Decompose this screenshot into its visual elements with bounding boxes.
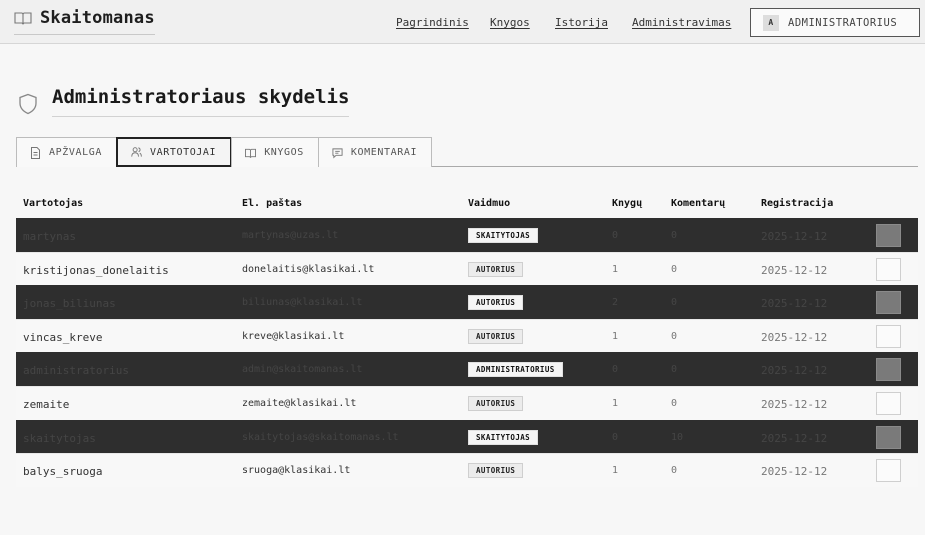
user-name: vincas_kreve: [23, 330, 103, 344]
user-name: kristijonas_donelaitis: [23, 263, 169, 277]
comments-count: 0: [671, 364, 678, 376]
user-name: martynas: [23, 230, 76, 243]
column-header-user: Vartotojas: [23, 198, 84, 209]
tab-label: VARTOTOJAI: [149, 146, 217, 158]
registration-date: 2025-12-12: [761, 431, 828, 445]
column-header-registration: Registracija: [761, 198, 834, 209]
column-header-role: Vaidmuo: [468, 198, 511, 209]
admin-tabs: APŽVALGA VARTOTOJAI KNYGOS KOMENTARAI: [16, 137, 918, 167]
role-badge: AUTORIUS: [468, 395, 524, 411]
user-email: martynas@uzas.lt: [242, 230, 339, 241]
role-badge: AUTORIUS: [468, 261, 524, 277]
table-row[interactable]: martynas martynas@uzas.lt SKAITYTOJAS 0 0 202…: [16, 218, 918, 252]
role-badge: AUTORIUS: [468, 295, 524, 311]
table-body: martynas martynas@uzas.lt SKAITYTOJAS 0 0 202…: [16, 218, 918, 487]
book-icon: [245, 148, 257, 158]
registration-date: 2025-12-12: [761, 397, 828, 411]
user-menu-button[interactable]: A ADMINISTRATORIUS: [750, 8, 920, 37]
role-badge: AUTORIUS: [468, 463, 524, 479]
user-role-label: ADMINISTRATORIUS: [788, 16, 898, 29]
row-action-box[interactable]: [876, 291, 901, 315]
column-header-comments: Komentarų: [671, 198, 726, 209]
nav-link-administravimas[interactable]: Administravimas: [632, 16, 731, 29]
user-name: jonas_biliunas: [23, 297, 116, 311]
registration-date: 2025-12-12: [761, 330, 828, 344]
books-count: 1: [612, 330, 619, 342]
tab-knygos[interactable]: KNYGOS: [231, 137, 319, 167]
comments-count: 0: [671, 397, 678, 409]
row-action-box[interactable]: [876, 425, 901, 449]
table-row[interactable]: jonas_biliunas biliunas@klasikai.lt AUTORI…: [16, 285, 918, 319]
user-name: administratorius: [23, 364, 129, 378]
books-count: 1: [612, 263, 619, 275]
row-action-box[interactable]: [876, 358, 901, 382]
tab-label: APŽVALGA: [49, 147, 102, 158]
registration-date: 2025-12-12: [761, 263, 828, 277]
column-header-email: El. paštas: [242, 198, 303, 209]
user-email: admin@skaitomanas.lt: [242, 364, 363, 376]
role-badge: SKAITYTOJAS: [468, 228, 539, 243]
table-row[interactable]: skaitytojas skaitytojas@skaitomanas.lt SKA…: [16, 419, 918, 454]
table-row[interactable]: administratorius admin@skaitomanas.lt ADMI…: [16, 352, 918, 386]
column-header-books: Knygų: [612, 198, 643, 209]
user-name: skaitytojas: [23, 431, 96, 445]
books-count: 0: [612, 364, 619, 376]
row-action-box[interactable]: [876, 459, 901, 483]
tab-label: KNYGOS: [264, 147, 304, 158]
role-badge: AUTORIUS: [468, 328, 524, 344]
registration-date: 2025-12-12: [761, 297, 828, 311]
registration-date: 2025-12-12: [761, 465, 828, 479]
tab-apzvalga[interactable]: APŽVALGA: [16, 137, 117, 167]
nav-link-knygos[interactable]: Knygos: [490, 16, 530, 29]
table-header: Vartotojas El. paštas Vaidmuo Knygų Kome…: [16, 188, 918, 218]
comments-count: 0: [671, 465, 678, 477]
user-email: sruoga@klasikai.lt: [242, 465, 351, 477]
row-action-box[interactable]: [876, 324, 901, 348]
page-title: Administratoriaus skydelis: [52, 86, 350, 117]
comments-count: 0: [671, 330, 678, 342]
comments-count: 0: [671, 297, 678, 309]
role-badge: SKAITYTOJAS: [468, 429, 539, 445]
registration-date: 2025-12-12: [761, 230, 828, 243]
tab-label: KOMENTARAI: [350, 147, 418, 158]
table-row[interactable]: kristijonas_donelaitis donelaitis@klasika…: [16, 251, 918, 286]
registration-date: 2025-12-12: [761, 364, 828, 378]
top-header: Skaitomanas Pagrindinis Knygos Istorija …: [0, 0, 925, 44]
avatar: A: [763, 14, 779, 31]
nav-link-pagrindinis[interactable]: Pagrindinis: [396, 16, 469, 29]
table-row[interactable]: balys_sruoga sruoga@klasikai.lt AUTORIUS 1 0…: [16, 453, 918, 487]
books-count: 0: [612, 431, 619, 443]
table-row[interactable]: vincas_kreve kreve@klasikai.lt AUTORIUS 1 0 2…: [16, 318, 918, 353]
table-row[interactable]: zemaite zemaite@klasikai.lt AUTORIUS 1 0 2025…: [16, 385, 918, 420]
user-email: biliunas@klasikai.lt: [242, 297, 363, 309]
shield-icon: [19, 93, 37, 114]
comments-count: 0: [671, 230, 678, 241]
row-action-box[interactable]: [876, 224, 901, 247]
user-name: zemaite: [23, 397, 70, 411]
books-count: 1: [612, 397, 619, 409]
page-title-block: Administratoriaus skydelis: [18, 86, 350, 117]
users-table: Vartotojas El. paštas Vaidmuo Knygų Kome…: [16, 188, 918, 487]
user-name: balys_sruoga: [23, 465, 103, 479]
comments-count: 0: [671, 263, 678, 275]
user-email: kreve@klasikai.lt: [242, 330, 345, 342]
user-email: donelaitis@klasikai.lt: [242, 263, 375, 275]
users-icon: [131, 147, 142, 157]
nav-link-istorija[interactable]: Istorija: [555, 16, 608, 29]
books-count: 1: [612, 465, 619, 477]
role-badge: ADMINISTRATORIUS: [468, 362, 563, 378]
document-icon: [31, 146, 40, 159]
books-count: 0: [612, 230, 619, 241]
user-email: skaitytojas@skaitomanas.lt: [242, 431, 399, 443]
row-action-box[interactable]: [876, 257, 901, 281]
row-action-box[interactable]: [876, 391, 901, 415]
comment-icon: [332, 147, 343, 158]
tab-komentarai[interactable]: KOMENTARAI: [317, 137, 433, 167]
tab-vartotojai[interactable]: VARTOTOJAI: [115, 137, 233, 167]
comments-count: 10: [671, 431, 684, 443]
user-email: zemaite@klasikai.lt: [242, 397, 357, 409]
books-count: 2: [612, 297, 619, 309]
